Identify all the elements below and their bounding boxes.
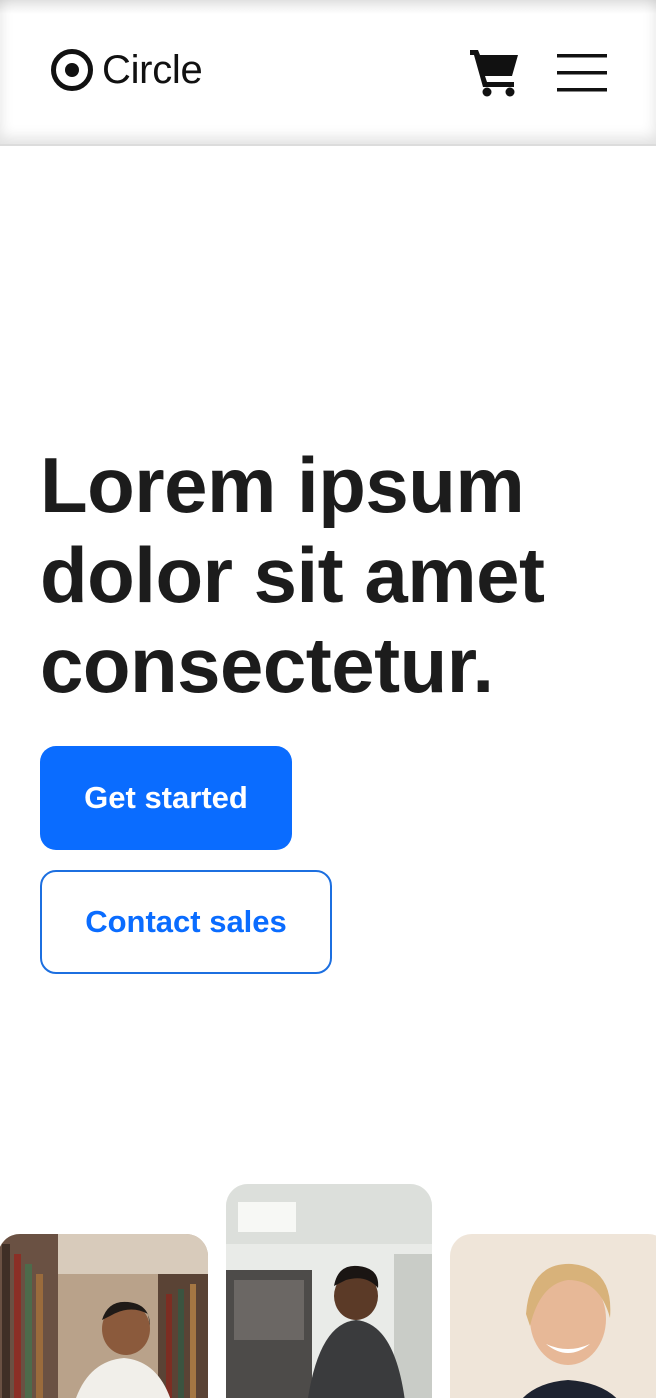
brand-logo-link[interactable]: Circle bbox=[50, 48, 203, 92]
get-started-button[interactable]: Get started bbox=[40, 746, 292, 850]
gallery-image-office bbox=[226, 1184, 432, 1398]
top-navigation-bar: Circle bbox=[0, 0, 656, 146]
circle-dot-icon bbox=[51, 49, 93, 91]
hero-headline: Lorem ipsum dolor sit amet consectetur. bbox=[40, 441, 545, 709]
brand-name: Circle bbox=[102, 48, 203, 92]
hero-section: Lorem ipsum dolor sit amet consectetur. bbox=[40, 440, 640, 710]
contact-sales-button[interactable]: Contact sales bbox=[40, 870, 332, 974]
gallery-image-portrait bbox=[450, 1234, 656, 1398]
hamburger-menu-icon[interactable] bbox=[557, 53, 607, 93]
shopping-cart-icon[interactable] bbox=[468, 46, 522, 98]
gallery-image-library bbox=[0, 1234, 208, 1398]
